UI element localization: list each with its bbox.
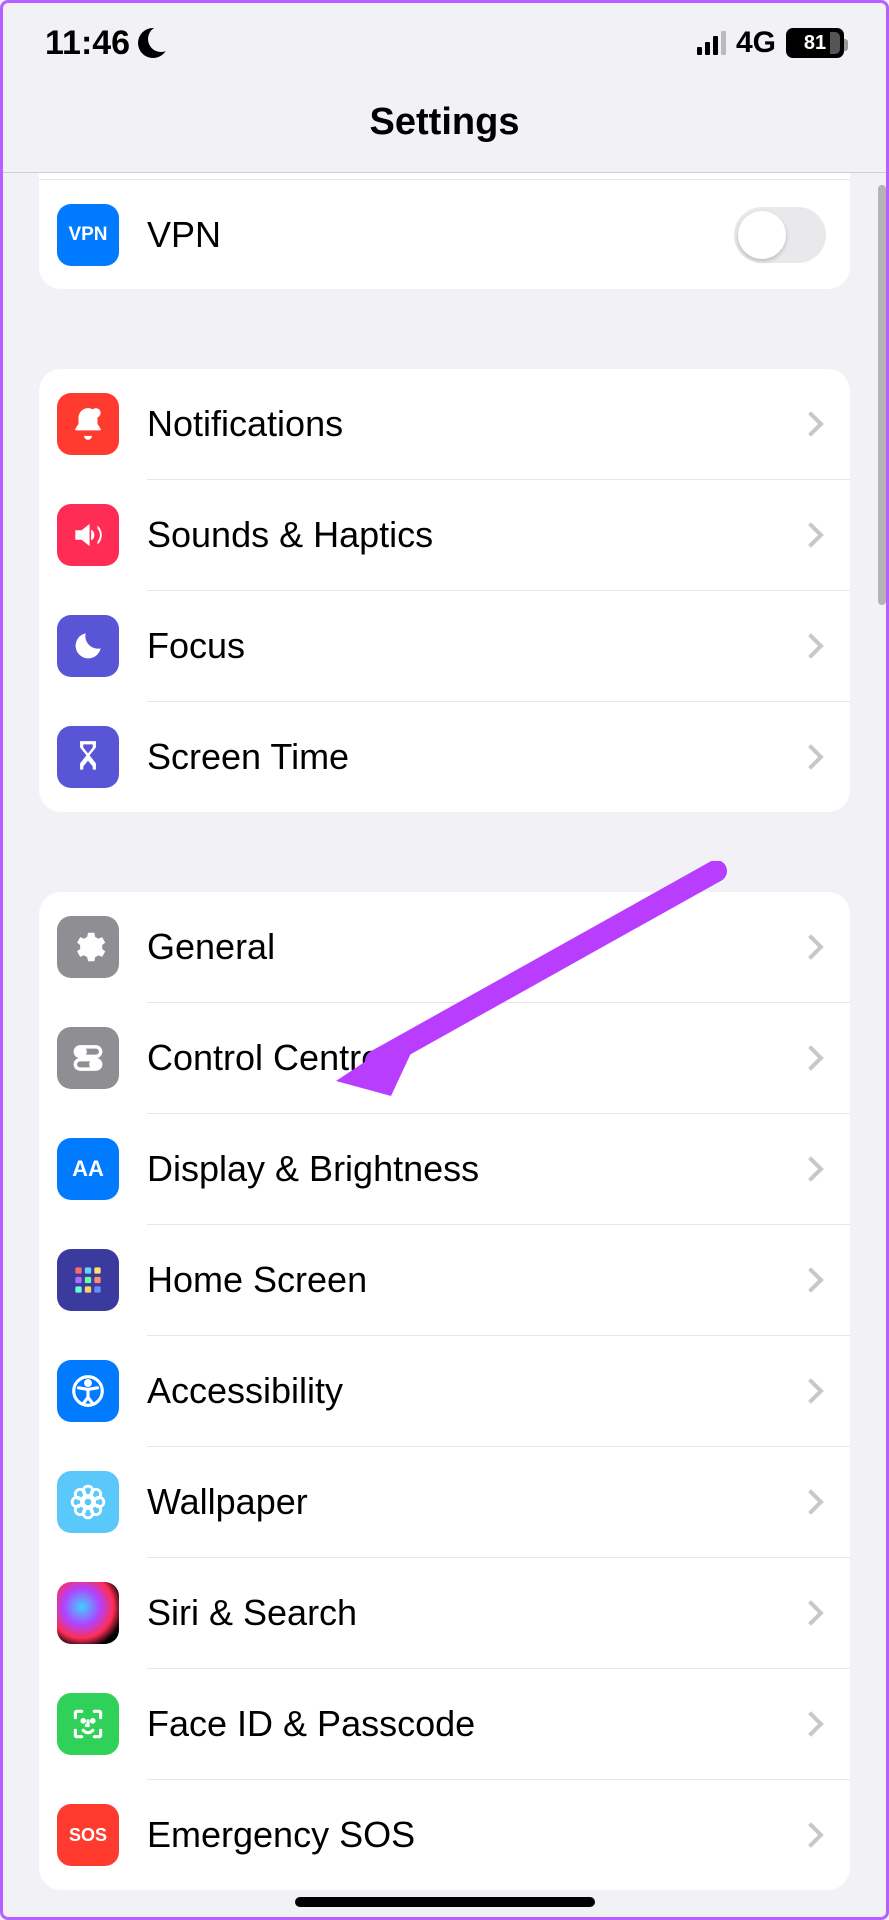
row-display-brightness[interactable]: AA Display & Brightness bbox=[39, 1114, 850, 1224]
chevron-right-icon bbox=[798, 1711, 823, 1736]
chevron-right-icon bbox=[798, 1822, 823, 1847]
row-label: Sounds & Haptics bbox=[147, 514, 802, 556]
accessibility-icon bbox=[57, 1360, 119, 1422]
moon-icon bbox=[57, 615, 119, 677]
face-id-icon bbox=[57, 1693, 119, 1755]
row-emergency-sos[interactable]: SOS Emergency SOS bbox=[39, 1780, 850, 1890]
home-indicator[interactable] bbox=[295, 1897, 595, 1907]
chevron-right-icon bbox=[798, 1267, 823, 1292]
bell-icon bbox=[57, 393, 119, 455]
row-focus[interactable]: Focus bbox=[39, 591, 850, 701]
row-label: Accessibility bbox=[147, 1370, 802, 1412]
speaker-icon bbox=[57, 504, 119, 566]
text-size-icon: AA bbox=[57, 1138, 119, 1200]
status-bar: 11:46 4G 81 bbox=[3, 3, 886, 83]
row-label: VPN bbox=[147, 214, 734, 256]
flower-icon bbox=[57, 1471, 119, 1533]
row-label: Notifications bbox=[147, 403, 802, 445]
row-label: Focus bbox=[147, 625, 802, 667]
settings-group-general: General Control Centre AA Display & Brig… bbox=[39, 892, 850, 1890]
chevron-right-icon bbox=[798, 1489, 823, 1514]
row-sounds[interactable]: Sounds & Haptics bbox=[39, 480, 850, 590]
row-general[interactable]: General bbox=[39, 892, 850, 1002]
hourglass-icon bbox=[57, 726, 119, 788]
status-left: 11:46 bbox=[45, 24, 168, 63]
cellular-signal-icon bbox=[697, 31, 726, 55]
home-grid-icon bbox=[57, 1249, 119, 1311]
row-notifications[interactable]: Notifications bbox=[39, 369, 850, 479]
row-label: Wallpaper bbox=[147, 1481, 802, 1523]
chevron-right-icon bbox=[798, 633, 823, 658]
siri-icon bbox=[57, 1582, 119, 1644]
row-label: Screen Time bbox=[147, 736, 802, 778]
row-home-screen[interactable]: Home Screen bbox=[39, 1225, 850, 1335]
toggles-icon bbox=[57, 1027, 119, 1089]
gear-icon bbox=[57, 916, 119, 978]
row-wallpaper[interactable]: Wallpaper bbox=[39, 1447, 850, 1557]
battery-percentage: 81 bbox=[804, 32, 826, 55]
vpn-icon: VPN bbox=[57, 204, 119, 266]
row-accessibility[interactable]: Accessibility bbox=[39, 1336, 850, 1446]
row-screen-time[interactable]: Screen Time bbox=[39, 702, 850, 812]
chevron-right-icon bbox=[798, 744, 823, 769]
settings-list[interactable]: VPN VPN Notifications Sounds & Haptics bbox=[3, 173, 886, 1890]
chevron-right-icon bbox=[798, 1045, 823, 1070]
chevron-right-icon bbox=[798, 1156, 823, 1181]
row-label: Home Screen bbox=[147, 1259, 802, 1301]
row-label: Display & Brightness bbox=[147, 1148, 802, 1190]
page-title: Settings bbox=[370, 101, 520, 144]
settings-group-alerts: Notifications Sounds & Haptics Focus bbox=[39, 369, 850, 812]
vpn-toggle[interactable] bbox=[734, 207, 826, 263]
row-control-centre[interactable]: Control Centre bbox=[39, 1003, 850, 1113]
row-label: General bbox=[147, 926, 802, 968]
status-time: 11:46 bbox=[45, 24, 130, 63]
settings-group-network: VPN VPN bbox=[39, 173, 850, 289]
row-face-id[interactable]: Face ID & Passcode bbox=[39, 1669, 850, 1779]
row-label: Emergency SOS bbox=[147, 1814, 802, 1856]
focus-moon-icon bbox=[138, 28, 168, 58]
chevron-right-icon bbox=[798, 1600, 823, 1625]
row-label: Face ID & Passcode bbox=[147, 1703, 802, 1745]
chevron-right-icon bbox=[798, 411, 823, 436]
nav-header: Settings bbox=[3, 83, 886, 173]
chevron-right-icon bbox=[798, 522, 823, 547]
status-right: 4G 81 bbox=[697, 26, 844, 60]
row-label: Siri & Search bbox=[147, 1592, 802, 1634]
chevron-right-icon bbox=[798, 934, 823, 959]
chevron-right-icon bbox=[798, 1378, 823, 1403]
network-type: 4G bbox=[736, 26, 776, 60]
row-siri-search[interactable]: Siri & Search bbox=[39, 1558, 850, 1668]
row-vpn[interactable]: VPN VPN bbox=[39, 179, 850, 289]
battery-icon: 81 bbox=[786, 28, 844, 58]
row-label: Control Centre bbox=[147, 1037, 802, 1079]
sos-icon: SOS bbox=[57, 1804, 119, 1866]
